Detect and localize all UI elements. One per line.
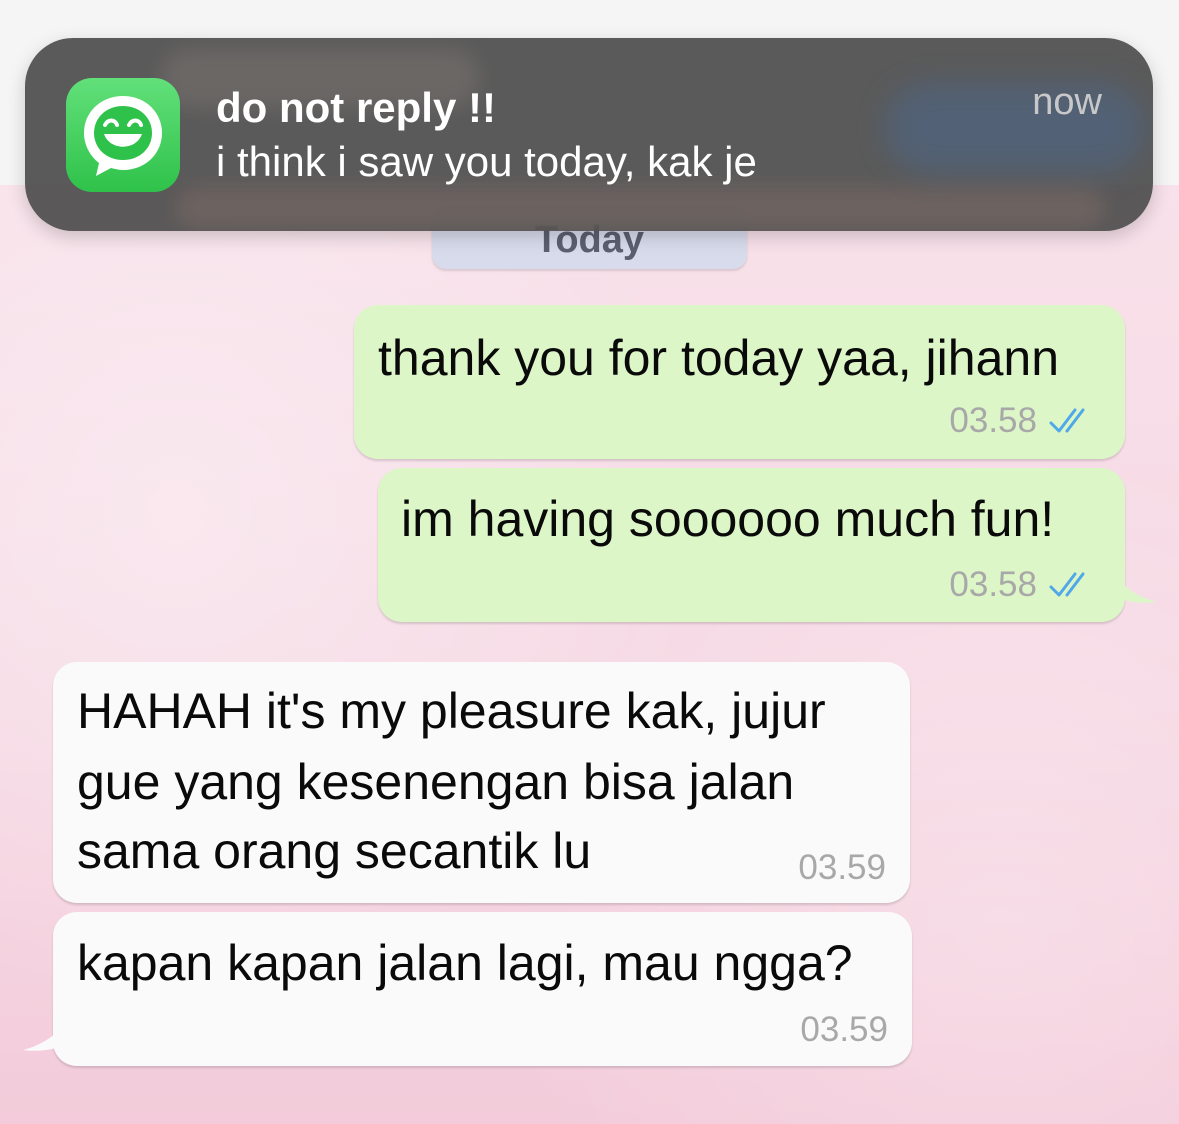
bubble-tail [1115, 574, 1157, 603]
message-bubble-outgoing[interactable]: im having soooooo much fun! 03.58 [378, 468, 1157, 622]
message-meta: 03.59 [800, 1010, 888, 1050]
message-time: 03.58 [949, 401, 1037, 440]
message-text-line: HAHAH it's my pleasure kak, jujur [77, 683, 826, 739]
message-bubble-incoming[interactable]: kapan kapan jalan lagi, mau ngga? 03.59 [23, 912, 912, 1066]
message-time: 03.58 [949, 565, 1037, 604]
message-meta: 03.58 [949, 565, 1097, 605]
message-text: kapan kapan jalan lagi, mau ngga? [77, 935, 853, 991]
message-time: 03.59 [798, 848, 886, 887]
message-text: im having soooooo much fun! [401, 491, 1055, 547]
notification-banner[interactable]: do not reply !! i think i saw you today,… [25, 38, 1153, 231]
background-blur [175, 188, 1105, 228]
message-text-line: gue yang kesenengan bisa jalan [77, 754, 795, 810]
bubble-tail [23, 1022, 65, 1051]
message-meta: 03.58 [949, 401, 1097, 441]
double-check-icon [1049, 572, 1085, 597]
background-blur [885, 83, 1145, 173]
notification-body: i think i saw you today, kak je [216, 138, 757, 185]
message-text-line: sama orang secantik lu [77, 823, 592, 879]
message-bubble-incoming[interactable]: HAHAH it's my pleasure kak, jujur gue ya… [53, 662, 910, 903]
double-check-icon [1049, 408, 1085, 433]
notification-time: now [1032, 81, 1102, 123]
message-meta: 03.59 [798, 848, 886, 888]
message-bubble-outgoing[interactable]: thank you for today yaa, jihann 03.58 [354, 305, 1125, 459]
notification-title: do not reply !! [216, 84, 496, 131]
message-time: 03.59 [800, 1010, 888, 1049]
whatsapp-smile-icon [66, 78, 180, 192]
message-text: thank you for today yaa, jihann [378, 330, 1060, 386]
